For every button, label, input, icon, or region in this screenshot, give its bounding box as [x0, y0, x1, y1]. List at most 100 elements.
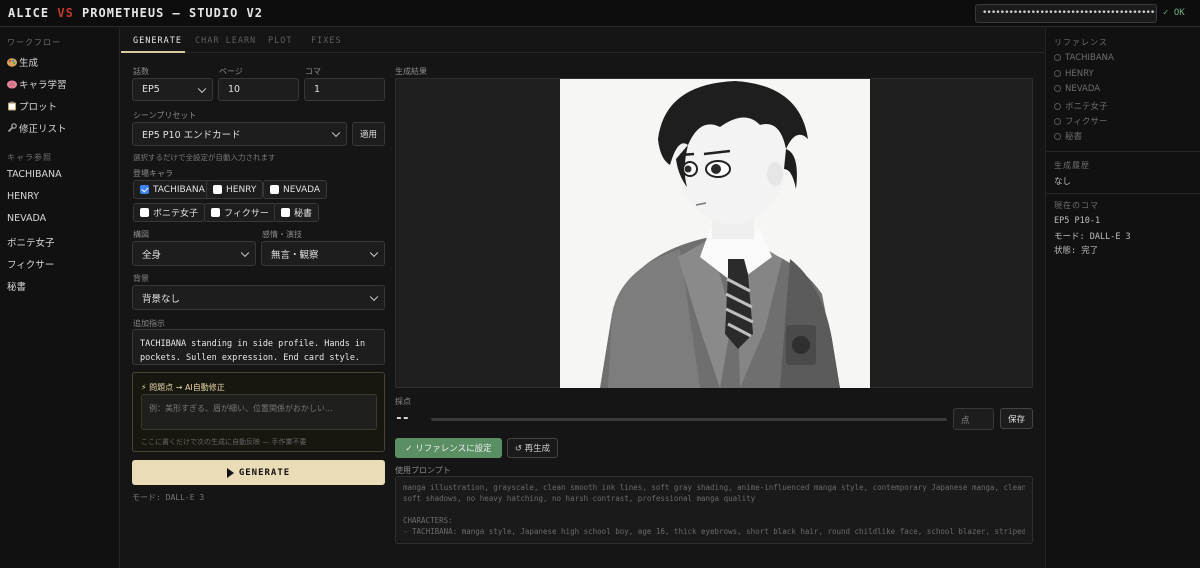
result-viewer	[395, 78, 1033, 388]
chevron-down-icon	[369, 292, 379, 301]
score-input[interactable]: 点	[953, 408, 994, 430]
radio-icon	[1054, 85, 1061, 92]
divider	[1046, 193, 1200, 194]
current-panel-section-title: 現在のコマ	[1054, 201, 1099, 210]
auto-fix-panel: ⚡ 問題点 → AI自動修正 例：美形すぎる、眉が細い、位置関係がおかしい...…	[132, 372, 385, 452]
score-value: --	[395, 411, 410, 426]
auto-fix-hint: ここに書くだけで次の生成に自動反映 — 手作業不要	[141, 438, 307, 446]
current-panel-id: EP5 P10-1	[1054, 216, 1101, 226]
checkbox-icon	[213, 185, 222, 194]
background-select[interactable]: 背景なし	[132, 285, 385, 310]
api-key-input[interactable]: ••••••••••••••••••••••••••••••••••••••••	[975, 4, 1157, 23]
divider	[1046, 151, 1200, 152]
cast-checkbox-henry[interactable]: HENRY	[206, 180, 264, 199]
current-panel-state: 状態: 完了	[1054, 246, 1099, 256]
composition-label: 構図	[133, 230, 149, 239]
sidebar-item-fix-list[interactable]: 修正リスト	[7, 121, 67, 135]
tab-char-learn[interactable]: CHAR LEARN	[195, 36, 256, 46]
prompt-line	[403, 504, 1025, 515]
issue-input[interactable]: 例：美形すぎる、眉が細い、位置関係がおかしい...	[141, 394, 377, 430]
reference-radio-tachibana[interactable]: TACHIBANA	[1054, 53, 1114, 63]
cast-checkbox-secretary[interactable]: 秘書	[274, 203, 320, 222]
checkbox-icon	[211, 208, 220, 217]
sidebar-char-fixer[interactable]: フィクサー	[7, 257, 54, 271]
score-slider[interactable]	[431, 418, 947, 421]
generated-image	[560, 79, 870, 388]
reference-radio-henry[interactable]: HENRY	[1054, 69, 1094, 79]
used-prompt-box[interactable]: manga illustration, grayscale, clean smo…	[395, 476, 1033, 544]
prompt-line: CHARACTERS:	[403, 516, 453, 525]
tab-plot[interactable]: PLOT	[268, 36, 292, 46]
left-sidebar: ワークフロー 生成 キャラ学習 プロット 修正リスト キャラ参照 TACHIBA…	[0, 28, 120, 568]
checkbox-icon	[140, 208, 149, 217]
char-section-title: キャラ参照	[7, 153, 52, 162]
tab-fixes[interactable]: FIXES	[311, 36, 342, 46]
reference-radio-secretary[interactable]: 秘書	[1054, 130, 1082, 142]
workflow-section-title: ワークフロー	[7, 38, 61, 47]
current-panel-mode: モード: DALL-E 3	[1054, 232, 1131, 242]
score-label: 採点	[395, 397, 411, 406]
reference-radio-fixer[interactable]: フィクサー	[1054, 115, 1107, 127]
play-icon	[226, 467, 234, 478]
preset-label: シーンプリセット	[133, 111, 197, 120]
checkbox-icon	[281, 208, 290, 217]
sidebar-char-tachibana[interactable]: TACHIBANA	[7, 169, 62, 180]
radio-icon	[1054, 54, 1061, 61]
radio-icon	[1054, 103, 1061, 110]
checkbox-checked-icon	[140, 185, 149, 194]
chevron-down-icon	[369, 248, 379, 257]
main-tabs: GENERATE CHAR LEARN PLOT FIXES	[121, 28, 1044, 53]
active-tab-indicator	[121, 51, 185, 53]
reference-radio-bonite[interactable]: ボニテ女子	[1054, 100, 1108, 112]
wrench-icon	[7, 123, 17, 133]
sidebar-char-henry[interactable]: HENRY	[7, 191, 39, 202]
regenerate-button[interactable]: ↺ 再生成	[507, 438, 558, 458]
auto-fix-title: ⚡ 問題点 → AI自動修正	[141, 383, 225, 392]
cast-checkbox-nevada[interactable]: NEVADA	[263, 180, 328, 199]
episode-label: 話数	[133, 67, 149, 76]
set-reference-button[interactable]: ✓ リファレンスに設定	[395, 438, 502, 458]
app-header: ALICE VS PROMETHEUS — STUDIO V2 ••••••••…	[0, 0, 1200, 27]
emotion-select[interactable]: 無言・観察	[261, 241, 385, 266]
prompt-label: 使用プロンプト	[395, 466, 451, 475]
background-label: 背景	[133, 274, 149, 283]
sidebar-char-bonite[interactable]: ボニテ女子	[7, 235, 55, 249]
tab-generate[interactable]: GENERATE	[133, 36, 182, 46]
cast-checkbox-fixer[interactable]: フィクサー	[204, 203, 276, 222]
episode-select[interactable]: EP5	[132, 78, 213, 101]
radio-icon	[1054, 70, 1061, 77]
prompt-line: - TACHIBANA: manga style, Japanese high …	[403, 527, 1025, 536]
reference-section-title: リファレンス	[1054, 38, 1108, 47]
apply-preset-button[interactable]: 適用	[352, 122, 385, 146]
connection-status: ✓ OK	[1163, 8, 1185, 18]
clipboard-icon	[7, 101, 17, 111]
page-input[interactable]: 10	[218, 78, 299, 101]
prompt-line: manga illustration, grayscale, clean smo…	[403, 483, 1025, 492]
page-label: ページ	[219, 67, 243, 76]
panel-label: コマ	[305, 67, 321, 76]
reference-radio-nevada[interactable]: NEVADA	[1054, 84, 1100, 94]
chevron-down-icon	[240, 248, 250, 257]
sidebar-item-plot[interactable]: プロット	[7, 99, 57, 113]
panel-input[interactable]: 1	[304, 78, 385, 101]
sidebar-item-char-learn[interactable]: キャラ学習	[7, 77, 67, 91]
sidebar-char-nevada[interactable]: NEVADA	[7, 213, 46, 224]
sidebar-char-secretary[interactable]: 秘書	[7, 279, 26, 293]
chevron-down-icon	[331, 128, 341, 138]
history-value: なし	[1054, 177, 1072, 187]
preset-hint: 選択するだけで全設定が自動入力されます	[133, 153, 276, 162]
right-sidebar: リファレンス TACHIBANA HENRY NEVADA ボニテ女子 フィクサ…	[1045, 28, 1200, 568]
save-score-button[interactable]: 保存	[1000, 408, 1033, 429]
chevron-down-icon	[197, 84, 207, 93]
result-title: 生成結果	[395, 67, 427, 76]
cast-checkbox-tachibana[interactable]: TACHIBANA	[133, 180, 212, 199]
cast-checkbox-bonite[interactable]: ボニテ女子	[133, 203, 206, 222]
mode-text: モード: DALL-E 3	[132, 493, 205, 502]
extra-instructions-label: 追加指示	[133, 319, 165, 328]
generate-button[interactable]: GENERATE	[132, 460, 385, 485]
scene-preset-select[interactable]: EP5 P10 エンドカード	[132, 122, 347, 146]
extra-instructions-textarea[interactable]: TACHIBANA standing in side profile. Hand…	[132, 329, 385, 365]
brain-icon	[7, 80, 17, 89]
composition-select[interactable]: 全身	[132, 241, 256, 266]
sidebar-item-generate[interactable]: 生成	[7, 55, 38, 69]
